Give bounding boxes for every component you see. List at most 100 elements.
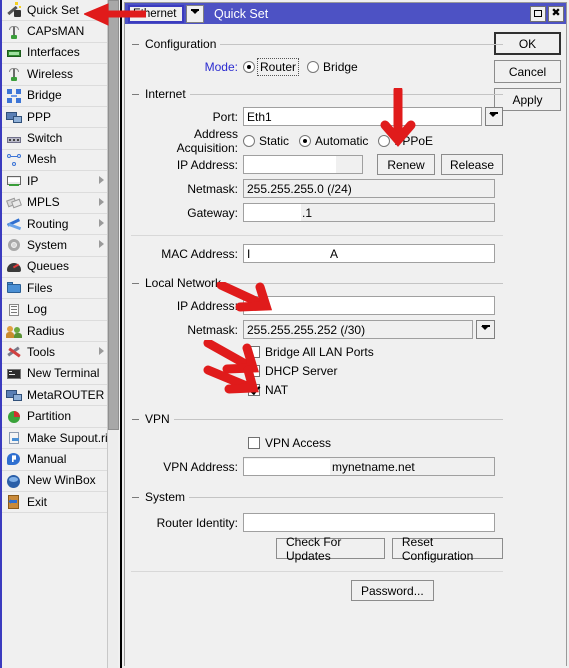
chevron-down-icon: [190, 9, 200, 18]
internet-ip-address-input[interactable]: [243, 155, 363, 174]
sidebar-item-label: Files: [27, 281, 53, 295]
sidebar-item-system[interactable]: System: [2, 235, 107, 257]
system-buttons: Check For Updates Reset Configuration: [276, 535, 503, 563]
dhcp-server-row[interactable]: DHCP Server: [248, 361, 503, 380]
sidebar-item-new-winbox[interactable]: New WinBox: [2, 471, 107, 492]
sidebar-item-label: MPLS: [27, 196, 60, 210]
sidebar-item-interfaces[interactable]: Interfaces: [2, 43, 107, 65]
window-body: OK Cancel Apply Configuration Mode: Rout…: [125, 24, 566, 666]
port-dropdown-button[interactable]: [484, 107, 503, 126]
nat-row[interactable]: NAT: [248, 380, 503, 399]
sidebar-item-new-terminal[interactable]: New Terminal: [2, 364, 107, 386]
port-input[interactable]: Eth1: [243, 107, 482, 126]
internet-netmask-label: Netmask:: [187, 181, 238, 196]
sidebar-item-label: System: [27, 238, 68, 252]
metarouter-icon: [6, 387, 22, 403]
interface-dropdown-button[interactable]: [186, 4, 204, 23]
partition-pie-icon: [6, 409, 22, 425]
interface-selector[interactable]: Ethernet: [128, 4, 204, 23]
new-winbox-globe-icon: [6, 473, 22, 489]
bridge-all-lan-ports-row[interactable]: Bridge All LAN Ports: [248, 342, 503, 361]
sidebar-item-ppp[interactable]: PPP: [2, 107, 107, 129]
sidebar-item-routing[interactable]: Routing: [2, 214, 107, 236]
cancel-button[interactable]: Cancel: [494, 60, 561, 83]
internet-netmask-input[interactable]: 255.255.255.0 (/24): [243, 179, 495, 198]
submenu-chevron-right-icon: [99, 197, 104, 206]
sidebar-item-switch[interactable]: Switch: [2, 128, 107, 150]
reset-configuration-button[interactable]: Reset Configuration: [391, 535, 503, 563]
nat-checkbox[interactable]: [248, 383, 260, 396]
sidebar-item-mesh[interactable]: Mesh: [2, 150, 107, 172]
sidebar-item-ip[interactable]: IP: [2, 171, 107, 193]
sidebar-item-manual[interactable]: Manual: [2, 449, 107, 471]
sidebar-item-wireless[interactable]: Wireless: [2, 64, 107, 86]
sidebar-item-exit[interactable]: Exit: [2, 492, 107, 514]
bridge-nodes-icon: [6, 88, 22, 104]
sidebar-item-queues[interactable]: Queues: [2, 257, 107, 279]
renew-button[interactable]: Renew: [377, 154, 435, 175]
mode-radio-bridge[interactable]: Bridge: [307, 60, 358, 74]
sidebar-item-label: Interfaces: [27, 46, 80, 60]
sidebar-item-bridge[interactable]: Bridge: [2, 86, 107, 107]
sidebar-item-log[interactable]: Log: [2, 299, 107, 321]
close-window-button[interactable]: ✖: [548, 5, 564, 22]
apply-button[interactable]: Apply: [494, 88, 561, 111]
release-button[interactable]: Release: [441, 154, 503, 175]
address-acquisition-radio-automatic[interactable]: Automatic: [299, 134, 368, 148]
mode-radio-router-label: Router: [256, 57, 300, 76]
window-titlebar: Ethernet Quick Set ✖: [125, 3, 566, 24]
radio-selected-icon: [243, 60, 255, 73]
system-group-title: System: [131, 490, 190, 504]
internet-gateway-row: Gateway: .1: [131, 201, 503, 224]
submenu-chevron-right-icon: [99, 240, 104, 249]
local-netmask-input[interactable]: 255.255.255.252 (/30): [243, 320, 473, 339]
sidebar: Quick Set CAPsMAN Interfaces Wireless Bridge…: [0, 0, 122, 668]
vpn-access-row[interactable]: VPN Access: [248, 433, 503, 452]
mac-address-value-end: A: [330, 246, 339, 261]
internet-divider: [131, 235, 503, 236]
manual-help-icon: [6, 451, 22, 467]
ok-button[interactable]: OK: [494, 32, 561, 55]
sidebar-item-files[interactable]: Files: [2, 278, 107, 300]
vpn-address-input[interactable]: mynetname.net: [243, 457, 495, 476]
bridge-all-lan-ports-label: Bridge All LAN Ports: [265, 344, 374, 359]
check-for-updates-button[interactable]: Check For Updates: [276, 535, 385, 563]
router-identity-input[interactable]: [243, 513, 495, 532]
mode-radio-router[interactable]: Router: [243, 57, 300, 76]
address-acquisition-radio-static[interactable]: Static: [243, 134, 289, 148]
sidebar-item-metarouter[interactable]: MetaROUTER: [2, 385, 107, 407]
bridge-all-lan-ports-checkbox[interactable]: [248, 345, 260, 358]
redaction-overlay: [244, 298, 330, 314]
mac-address-input[interactable]: I A: [243, 244, 495, 263]
sidebar-item-quick-set[interactable]: Quick Set: [2, 0, 107, 22]
redaction-overlay: [244, 459, 330, 475]
password-button[interactable]: Password...: [351, 580, 434, 601]
dhcp-server-checkbox[interactable]: [248, 364, 260, 377]
quick-set-window: Ethernet Quick Set ✖ OK Cancel Apply Con…: [124, 2, 567, 666]
sidebar-item-radius[interactable]: Radius: [2, 321, 107, 343]
sidebar-item-tools[interactable]: Tools: [2, 342, 107, 364]
address-acquisition-automatic-label: Automatic: [315, 133, 369, 148]
sidebar-item-partition[interactable]: Partition: [2, 406, 107, 428]
sidebar-item-make-supout-rif[interactable]: Make Supout.rif: [2, 428, 107, 450]
radius-users-icon: [6, 323, 22, 339]
internet-gateway-input[interactable]: .1: [243, 203, 495, 222]
mesh-nodes-icon: [6, 152, 22, 168]
sidebar-item-mpls[interactable]: MPLS: [2, 193, 107, 214]
sidebar-scrollbar[interactable]: [107, 0, 119, 668]
sidebar-item-capsman[interactable]: CAPsMAN: [2, 21, 107, 43]
radio-empty-icon: [243, 134, 255, 147]
address-acquisition-radio-pppoe[interactable]: PPPoE: [378, 134, 433, 148]
interface-selector-value[interactable]: Ethernet: [128, 4, 184, 23]
quick-set-form: Configuration Mode: Router Bridge Intern…: [131, 28, 503, 601]
sidebar-scrollbar-thumb[interactable]: [108, 0, 119, 430]
sidebar-item-label: Radius: [27, 324, 65, 338]
local-netmask-label: Netmask:: [187, 322, 238, 337]
local-ip-address-input[interactable]: [243, 296, 495, 315]
address-acquisition-static-label: Static: [259, 133, 290, 148]
local-netmask-dropdown-button[interactable]: [476, 320, 495, 339]
redaction-overlay: [244, 515, 316, 531]
vpn-access-checkbox[interactable]: [248, 436, 260, 449]
restore-window-button[interactable]: [530, 5, 546, 22]
sidebar-item-label: Wireless: [27, 67, 74, 81]
